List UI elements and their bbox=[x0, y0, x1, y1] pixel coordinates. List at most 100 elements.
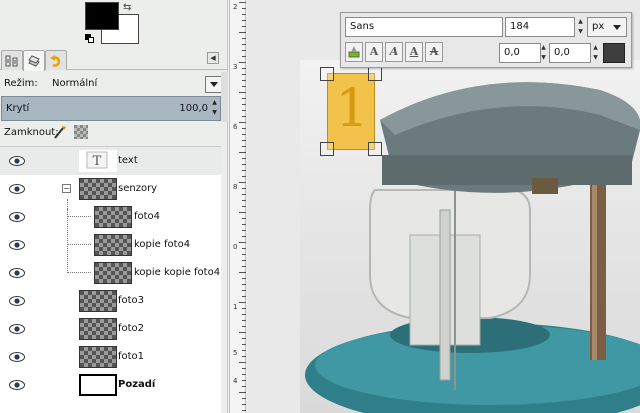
color-selector: ⇆ bbox=[83, 2, 143, 44]
ruler-tick bbox=[242, 146, 246, 147]
text-box[interactable]: 1 bbox=[327, 73, 375, 150]
layer-row[interactable]: T text bbox=[0, 147, 221, 175]
mode-dropdown-button[interactable] bbox=[205, 76, 222, 93]
kerning-spinner[interactable]: ▲ ▼ bbox=[591, 43, 600, 63]
font-field[interactable]: Sans bbox=[345, 17, 503, 37]
swap-colors-icon[interactable]: ⇆ bbox=[123, 2, 135, 14]
bold-button[interactable]: A bbox=[365, 42, 383, 62]
eye-icon[interactable] bbox=[8, 211, 26, 223]
layers-list: T text − senzory foto4 kopie foto4 kopie… bbox=[0, 146, 221, 413]
layer-thumbnail bbox=[79, 346, 117, 368]
ruler-tick bbox=[239, 122, 246, 123]
baseline-field[interactable]: 0,0 bbox=[499, 43, 541, 63]
ruler-tick bbox=[242, 44, 246, 45]
ruler-tick bbox=[242, 164, 246, 165]
clear-style-button[interactable] bbox=[345, 42, 363, 62]
layer-thumbnail bbox=[79, 318, 117, 340]
unit-value: px bbox=[592, 21, 605, 32]
opacity-slider[interactable]: Krytí 100,0 ▲ ▼ bbox=[1, 96, 221, 121]
strikethrough-button[interactable]: A bbox=[425, 42, 443, 62]
layers-icon bbox=[28, 55, 40, 67]
ruler-tick bbox=[242, 338, 246, 339]
ruler-tick bbox=[242, 140, 246, 141]
eye-icon[interactable] bbox=[8, 267, 26, 279]
chevron-down-icon bbox=[209, 82, 218, 87]
ruler-tick bbox=[242, 170, 246, 171]
italic-button[interactable]: A bbox=[385, 42, 403, 62]
layer-name[interactable]: senzory bbox=[118, 183, 157, 194]
font-size-field[interactable]: 184 bbox=[505, 17, 575, 37]
underline-button[interactable]: A bbox=[405, 42, 423, 62]
layer-name[interactable]: foto2 bbox=[118, 323, 144, 334]
resize-handle[interactable] bbox=[368, 67, 382, 81]
opacity-scrollbar[interactable] bbox=[221, 72, 228, 122]
ruler-tick bbox=[242, 374, 246, 375]
tab-tool-options[interactable] bbox=[1, 50, 23, 70]
resize-handle[interactable] bbox=[368, 142, 382, 156]
unit-select[interactable]: px bbox=[587, 17, 627, 37]
layer-name[interactable]: kopie foto4 bbox=[134, 239, 190, 250]
layer-thumbnail bbox=[94, 206, 132, 228]
lock-pixels-icon[interactable] bbox=[53, 125, 67, 139]
ruler-tick bbox=[239, 392, 246, 393]
baseline-spinner[interactable]: ▲ ▼ bbox=[539, 43, 548, 63]
chevron-down-icon bbox=[613, 25, 621, 30]
layer-name[interactable]: foto1 bbox=[118, 351, 144, 362]
mode-select[interactable]: Normální bbox=[52, 78, 97, 89]
kerning-field[interactable]: 0,0 bbox=[549, 43, 591, 63]
layer-name[interactable]: foto4 bbox=[134, 211, 160, 222]
eye-icon[interactable] bbox=[8, 239, 26, 251]
font-size-spinner[interactable]: ▲ ▼ bbox=[576, 17, 585, 37]
layer-row[interactable]: foto1 bbox=[0, 343, 221, 371]
default-colors-icon[interactable] bbox=[85, 34, 95, 44]
layer-row[interactable]: Pozadí bbox=[0, 371, 221, 399]
ruler-tick bbox=[239, 362, 246, 363]
resize-handle[interactable] bbox=[320, 67, 334, 81]
collapse-icon[interactable]: − bbox=[62, 184, 71, 193]
eye-icon[interactable] bbox=[8, 155, 26, 167]
layer-name[interactable]: foto3 bbox=[118, 295, 144, 306]
tab-layers[interactable] bbox=[23, 50, 45, 71]
foreground-color-swatch[interactable] bbox=[85, 2, 119, 30]
layer-row[interactable]: foto4 bbox=[0, 203, 221, 231]
tab-menu-icon[interactable]: ◀ bbox=[207, 52, 219, 64]
dock-tabs bbox=[0, 48, 228, 71]
ruler-tick bbox=[242, 278, 246, 279]
layer-name[interactable]: Pozadí bbox=[118, 379, 155, 390]
text-color-button[interactable] bbox=[603, 43, 625, 63]
text-box-content[interactable]: 1 bbox=[328, 78, 376, 140]
layer-row[interactable]: − senzory bbox=[0, 175, 221, 203]
lock-alpha-icon[interactable] bbox=[74, 125, 88, 139]
opacity-spinner[interactable]: ▲ ▼ bbox=[210, 98, 219, 119]
ruler-tick bbox=[242, 74, 246, 75]
layer-row[interactable]: kopie kopie foto4 bbox=[0, 259, 221, 287]
eye-icon[interactable] bbox=[8, 379, 26, 391]
ruler-tick bbox=[242, 296, 246, 297]
ruler-tick bbox=[242, 38, 246, 39]
ruler-tick bbox=[242, 224, 246, 225]
ruler-tick bbox=[239, 212, 246, 213]
ruler-tick bbox=[239, 242, 246, 243]
layer-row[interactable]: kopie foto4 bbox=[0, 231, 221, 259]
layer-name[interactable]: text bbox=[118, 155, 138, 166]
tab-undo-history[interactable] bbox=[45, 50, 67, 70]
layer-name[interactable]: kopie kopie foto4 bbox=[134, 267, 220, 278]
resize-handle[interactable] bbox=[320, 142, 334, 156]
lock-label: Zamknout: bbox=[4, 127, 59, 138]
layer-thumbnail bbox=[79, 178, 117, 200]
ruler-tick bbox=[242, 254, 246, 255]
ruler-tick bbox=[242, 410, 246, 411]
lock-row: Zamknout: bbox=[0, 124, 228, 142]
ruler-tick bbox=[242, 110, 246, 111]
eye-icon[interactable] bbox=[8, 295, 26, 307]
vertical-ruler[interactable]: 2 3 6 8 0 1 5 4 bbox=[229, 0, 246, 413]
ruler-tick bbox=[239, 2, 246, 3]
eye-icon[interactable] bbox=[8, 351, 26, 363]
eye-icon[interactable] bbox=[8, 183, 26, 195]
eye-icon[interactable] bbox=[8, 323, 26, 335]
layer-row[interactable]: foto3 bbox=[0, 287, 221, 315]
ruler-tick bbox=[242, 8, 246, 9]
layer-row[interactable]: foto2 bbox=[0, 315, 221, 343]
layer-thumbnail bbox=[79, 290, 117, 312]
text-layer-icon: T bbox=[86, 151, 108, 169]
